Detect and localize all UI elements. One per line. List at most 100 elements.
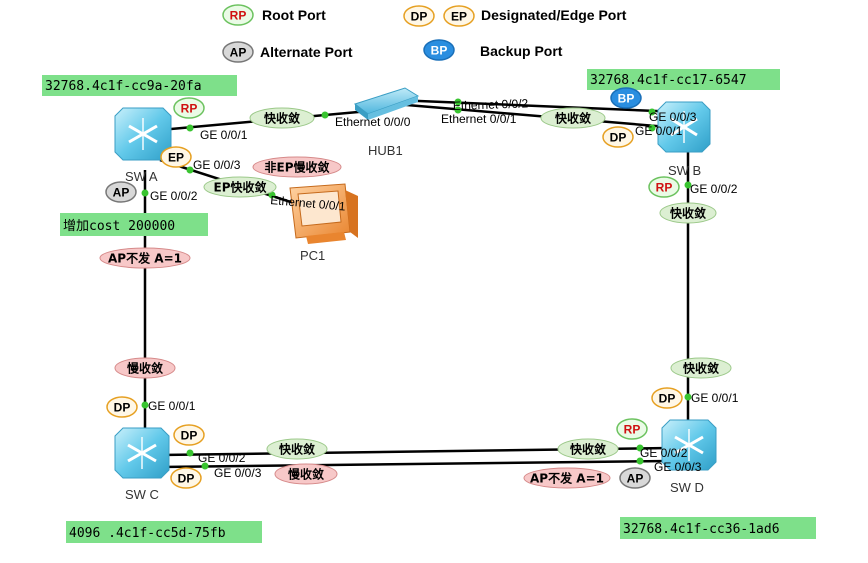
swa-ge003-label: GE 0/0/3 [193, 158, 241, 172]
note-ep-fast: EP快收敛 [203, 176, 277, 198]
swd-ap-badge: AP [619, 467, 651, 489]
legend-root-port: RP Root Port [222, 4, 326, 26]
svg-text:非EP慢收敛: 非EP慢收敛 [265, 160, 330, 175]
svg-text:AP不发 A=1: AP不发 A=1 [108, 251, 182, 266]
svg-text:DP: DP [610, 131, 627, 145]
swa-ep-badge: EP [160, 146, 192, 168]
svg-text:DP: DP [178, 472, 195, 486]
note-d-ap-nosend: AP不发 A=1 [523, 467, 611, 489]
note-d-up-fast: 快收敛 [670, 357, 732, 379]
svg-text:RP: RP [656, 181, 673, 195]
bridge-id-swa: 32768.4c1f-cc9a-20fa [42, 75, 237, 96]
svg-text:AP: AP [627, 472, 644, 486]
note-a-hub-fast: 快收敛 [249, 107, 315, 129]
note-a-ap-nosend: AP不发 A=1 [99, 247, 191, 269]
links [143, 98, 690, 469]
swd-ge002-label: GE 0/0/2 [640, 446, 688, 460]
note-cd-fast-right: 快收敛 [557, 438, 619, 460]
swd-ge001-label: GE 0/0/1 [691, 391, 739, 405]
swa-ge002-label: GE 0/0/2 [150, 189, 198, 203]
svg-text:快收敛: 快收敛 [264, 111, 300, 126]
svg-text:快收敛: 快收敛 [670, 206, 706, 221]
svg-text:RP: RP [624, 423, 641, 437]
svg-text:慢收敛: 慢收敛 [127, 361, 163, 376]
swc-dp-badge-3: DP [170, 467, 202, 489]
swc-ge002-label: GE 0/0/2 [198, 451, 246, 465]
swa-ge001-label: GE 0/0/1 [200, 128, 248, 142]
legend-ap-label: Alternate Port [260, 44, 353, 60]
note-b-down-fast: 快收敛 [659, 202, 717, 224]
legend-bp-label: Backup Port [480, 43, 563, 59]
bridge-id-swd-text: 32768.4c1f-cc36-1ad6 [623, 522, 780, 537]
stp-topology-diagram: RP Root Port DP EP Designated/Edge Port … [42, 4, 816, 543]
svg-text:EP: EP [168, 151, 184, 165]
cost-note: 增加cost 200000 [60, 213, 208, 236]
switch-a-label: SW A [125, 169, 158, 184]
interface-labels: GE 0/0/1 GE 0/0/3 GE 0/0/2 Ethernet 0/0/… [148, 96, 739, 480]
swd-rp-badge: RP [616, 418, 648, 440]
note-hub-b-fast: 快收敛 [540, 107, 606, 129]
legend-dp-ep-label: Designated/Edge Port [481, 7, 627, 23]
svg-text:AP: AP [113, 186, 130, 200]
bridge-id-swb-text: 32768.4c1f-cc17-6547 [590, 73, 747, 88]
swa-rp-badge: RP [173, 97, 205, 119]
swd-ge003-label: GE 0/0/3 [654, 460, 702, 474]
hub-e002-label: Ethernet 0/0/2 [453, 96, 529, 113]
legend-alternate-port: AP Alternate Port [222, 41, 353, 63]
legend-designated-edge-port: DP EP Designated/Edge Port [403, 5, 627, 27]
legend-backup-port: BP Backup Port [423, 39, 563, 61]
note-cd-fast-left: 快收敛 [266, 438, 328, 460]
legend-dp-badge: DP [411, 10, 428, 24]
bridge-id-swd: 32768.4c1f-cc36-1ad6 [620, 517, 816, 539]
svg-text:EP快收敛: EP快收敛 [214, 180, 267, 195]
legend-bp-badge: BP [431, 44, 448, 58]
swa-ap-badge: AP [105, 181, 137, 203]
svg-text:快收敛: 快收敛 [279, 442, 315, 457]
bridge-id-swc-text: 4096 .4c1f-cc5d-75fb [69, 526, 226, 541]
note-non-ep-slow: 非EP慢收敛 [252, 156, 342, 178]
swb-dp-badge: DP [602, 126, 634, 148]
switch-b-label: SW B [668, 163, 701, 178]
swb-rp-badge: RP [648, 176, 680, 198]
svg-text:BP: BP [618, 92, 635, 106]
switch-icon [114, 427, 170, 479]
swb-bp-badge: BP [610, 87, 642, 109]
switch-d-label: SW D [670, 480, 704, 495]
svg-text:快收敛: 快收敛 [570, 442, 606, 457]
swc-ge001-label: GE 0/0/1 [148, 399, 196, 413]
link-endpoints [141, 98, 692, 470]
hub-e001-label: Ethernet 0/0/1 [441, 112, 517, 126]
legend-ap-badge: AP [230, 46, 247, 60]
svg-text:DP: DP [659, 392, 676, 406]
pc-label: PC1 [300, 248, 325, 263]
swc-dp-badge-1: DP [106, 396, 138, 418]
note-c-up-slow: 慢收敛 [114, 357, 176, 379]
bridge-id-swc: 4096 .4c1f-cc5d-75fb [66, 521, 262, 543]
swb-ge002-label: GE 0/0/2 [690, 182, 738, 196]
pc-icon [289, 183, 358, 244]
svg-text:快收敛: 快收敛 [555, 111, 591, 126]
swc-dp-badge-2: DP [173, 424, 205, 446]
swb-ge001-label: GE 0/0/1 [635, 124, 683, 138]
switch-a[interactable]: SW A [114, 107, 172, 184]
svg-text:AP不发 A=1: AP不发 A=1 [530, 471, 604, 486]
bridge-id-swa-text: 32768.4c1f-cc9a-20fa [45, 79, 202, 94]
cost-note-text: 增加cost 200000 [63, 219, 175, 234]
swb-ge003-label: GE 0/0/3 [649, 110, 697, 124]
svg-text:快收敛: 快收敛 [683, 361, 719, 376]
svg-text:DP: DP [181, 429, 198, 443]
bridge-id-swb: 32768.4c1f-cc17-6547 [587, 69, 780, 90]
svg-text:DP: DP [114, 401, 131, 415]
swd-dp-badge: DP [651, 387, 683, 409]
legend-ep-badge: EP [451, 10, 467, 24]
hub-label: HUB1 [368, 143, 403, 158]
switch-c[interactable]: SW C [114, 427, 170, 502]
note-cd-slow: 慢收敛 [274, 463, 338, 485]
hub-e000-label: Ethernet 0/0/0 [335, 115, 411, 129]
swc-ge003-label: GE 0/0/3 [214, 466, 262, 480]
svg-text:RP: RP [181, 102, 198, 116]
svg-text:慢收敛: 慢收敛 [288, 467, 324, 482]
legend-rp-badge: RP [230, 9, 247, 23]
switch-c-label: SW C [125, 487, 159, 502]
legend: RP Root Port DP EP Designated/Edge Port … [222, 4, 627, 63]
